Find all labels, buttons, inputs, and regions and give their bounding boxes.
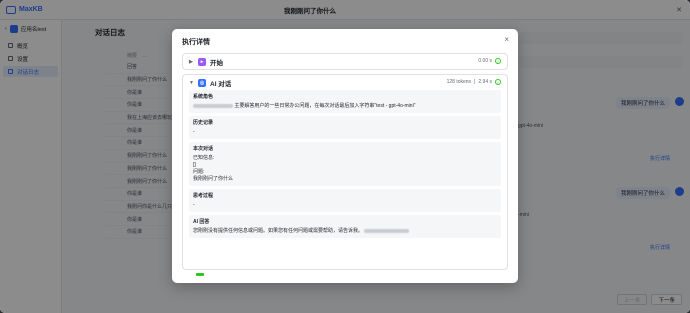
section-label: 历史记录 (193, 120, 214, 126)
app-window: MaxKB ‹ 应用名test 概览 设置 对话日志 对话日志 摘要 ... 回… (0, 0, 690, 313)
section-text: - (193, 202, 195, 208)
thinking-section: 思考过程 - (189, 189, 501, 212)
next-node-icon (196, 273, 204, 276)
section-label: AI 回答 (193, 219, 210, 225)
ai-chat-icon: ◎ (198, 78, 206, 87)
ai-chat-node: ▼ ◎ AI 对话 128 tokens | 2.94 s ✓ 系统角色 主要解… (182, 74, 508, 270)
redacted-text (193, 103, 233, 108)
system-role-section: 系统角色 主要解答用户的一些日常办公问题，在每次对话最后加入字符串"test -… (189, 90, 501, 113)
node-title: 开始 (210, 59, 223, 67)
node-meta: 0.00 s ✓ (478, 58, 501, 64)
current-dialog-section: 本次对话 已知信息: [] 问题: 我刚刚问了你什么 (189, 142, 501, 186)
section-text: 您刚刚没有提供任何信息或问题。如果您有任何问题或需要帮助，请告诉我。 (193, 228, 497, 235)
ai-answer-text: 您刚刚没有提供任何信息或问题。如果您有任何问题或需要帮助，请告诉我。 (193, 228, 364, 234)
redacted-text (364, 228, 410, 233)
history-section: 历史记录 - (189, 116, 501, 139)
node-duration: 0.00 s (478, 58, 492, 64)
dialog-title: 执行详情 (182, 39, 210, 46)
collapse-caret-icon: ▼ (189, 79, 194, 86)
execution-detail-dialog: 执行详情 × ▶ ▸ 开始 0.00 s ✓ ▼ ◎ AI 对话 128 tok… (172, 29, 518, 283)
success-check-icon: ✓ (495, 58, 501, 64)
section-text: 主要解答用户的一些日常办公问题，在每次对话最后加入字符串"test - gpt-… (193, 103, 497, 110)
start-node[interactable]: ▶ ▸ 开始 0.00 s ✓ (182, 53, 508, 70)
node-tokens: 128 tokens (446, 79, 472, 85)
ai-answer-section: AI 回答 您刚刚没有提供任何信息或问题。如果您有任何问题或需要帮助，请告诉我。 (189, 215, 501, 238)
success-check-icon: ✓ (495, 79, 501, 85)
node-title: AI 对话 (210, 80, 232, 88)
system-role-text: 主要解答用户的一些日常办公问题，在每次对话最后加入字符串"test - gpt-… (234, 103, 416, 109)
section-label: 本次对话 (193, 146, 214, 152)
node-meta: 128 tokens | 2.94 s ✓ (446, 79, 501, 85)
node-duration: 2.94 s (478, 79, 492, 85)
section-text: - (193, 129, 195, 135)
section-text: 已知信息: [] 问题: 我刚刚问了你什么 (193, 155, 234, 182)
section-label: 系统角色 (193, 94, 214, 100)
start-node-icon: ▸ (198, 57, 206, 66)
close-icon[interactable]: × (504, 35, 509, 44)
node-header[interactable]: ▼ ◎ AI 对话 128 tokens | 2.94 s ✓ (183, 75, 507, 90)
node-header[interactable]: ▶ ▸ 开始 0.00 s ✓ (183, 54, 507, 69)
section-label: 思考过程 (193, 193, 214, 199)
expand-caret-icon: ▶ (189, 58, 193, 65)
